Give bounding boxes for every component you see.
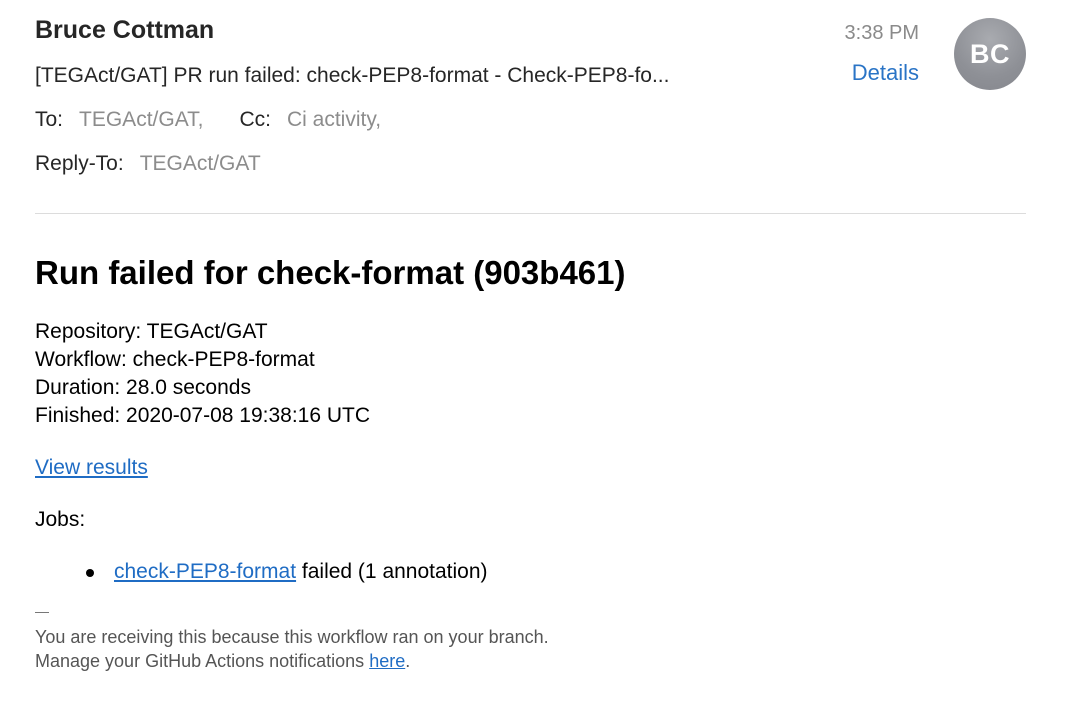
header-divider: [35, 213, 1026, 214]
footer-manage-text: Manage your GitHub Actions notifications: [35, 651, 370, 671]
details-link[interactable]: Details: [852, 60, 919, 86]
job-link[interactable]: check-PEP8-format: [114, 560, 296, 583]
footer-manage: Manage your GitHub Actions notifications…: [35, 649, 549, 673]
footer-separator: [35, 612, 49, 613]
bullet-icon: [86, 569, 94, 577]
email-header: Bruce Cottman [TEGAct/GAT] PR run failed…: [35, 0, 1026, 214]
reply-to-label: Reply-To:: [35, 152, 124, 175]
email-footer: You are receiving this because this work…: [35, 612, 549, 673]
run-title: Run failed for check-format (903b461): [35, 254, 626, 291]
repository-line: Repository: TEGAct/GAT: [35, 320, 268, 343]
cc-value[interactable]: Ci activity,: [287, 108, 381, 131]
sender-avatar: BC: [954, 18, 1026, 90]
view-results-link[interactable]: View results: [35, 454, 148, 482]
reply-to-value[interactable]: TEGAct/GAT: [140, 152, 261, 175]
finished-line: Finished: 2020-07-08 19:38:16 UTC: [35, 404, 371, 427]
job-status: failed (1 annotation): [296, 560, 488, 583]
run-metadata: Repository: TEGAct/GAT Workflow: check-P…: [35, 318, 1026, 430]
cc-label: Cc:: [239, 108, 271, 131]
jobs-label: Jobs:: [35, 508, 86, 531]
to-value[interactable]: TEGAct/GAT,: [79, 108, 203, 131]
footer-reason: You are receiving this because this work…: [35, 627, 549, 647]
sender-name: Bruce Cottman: [35, 16, 215, 44]
email-subject: [TEGAct/GAT] PR run failed: check-PEP8-f…: [35, 64, 670, 87]
manage-notifications-link[interactable]: here: [369, 651, 405, 671]
reply-to-row: Reply-To: TEGAct/GAT: [35, 152, 261, 176]
to-label: To:: [35, 108, 64, 131]
received-time: 3:38 PM: [844, 22, 919, 44]
duration-line: Duration: 28.0 seconds: [35, 376, 251, 399]
avatar-initials: BC: [970, 38, 1010, 69]
job-item: check-PEP8-format failed (1 annotation): [35, 558, 1026, 586]
footer-period: .: [405, 651, 411, 671]
workflow-line: Workflow: check-PEP8-format: [35, 348, 315, 371]
recipients-row: To: TEGAct/GAT, Cc: Ci activity,: [35, 108, 381, 132]
jobs-list: check-PEP8-format failed (1 annotation): [35, 558, 1026, 586]
email-body: Run failed for check-format (903b461) Re…: [35, 250, 1026, 586]
